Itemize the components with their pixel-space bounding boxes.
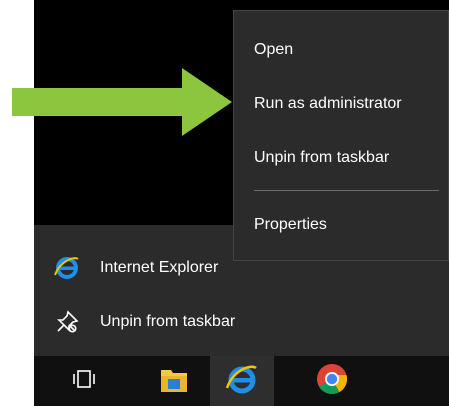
jumplist-item-label: Unpin from taskbar xyxy=(100,313,236,330)
context-menu-item-open[interactable]: Open xyxy=(254,41,293,59)
unpin-icon xyxy=(54,309,80,335)
chrome-icon xyxy=(316,363,348,400)
context-menu-separator xyxy=(254,190,439,191)
file-explorer-icon xyxy=(159,364,189,399)
taskbar-internet-explorer-button[interactable] xyxy=(210,356,274,406)
context-menu-item-unpin[interactable]: Unpin from taskbar xyxy=(254,149,389,167)
jumplist-item-unpin[interactable]: Unpin from taskbar xyxy=(34,299,449,345)
taskbar-chrome-button[interactable] xyxy=(300,356,364,406)
context-menu: Open Run as administrator Unpin from tas… xyxy=(233,10,449,261)
context-menu-item-properties[interactable]: Properties xyxy=(254,216,327,234)
taskbar xyxy=(34,356,449,406)
context-menu-item-run-as-administrator[interactable]: Run as administrator xyxy=(254,95,402,113)
jumplist-item-label: Internet Explorer xyxy=(100,259,219,276)
taskbar-file-explorer-button[interactable] xyxy=(142,356,206,406)
taskbar-task-view-button[interactable] xyxy=(52,356,116,406)
internet-explorer-icon xyxy=(54,255,80,281)
arrow-right-icon xyxy=(0,68,232,141)
internet-explorer-icon xyxy=(225,362,259,401)
task-view-icon xyxy=(70,368,98,395)
